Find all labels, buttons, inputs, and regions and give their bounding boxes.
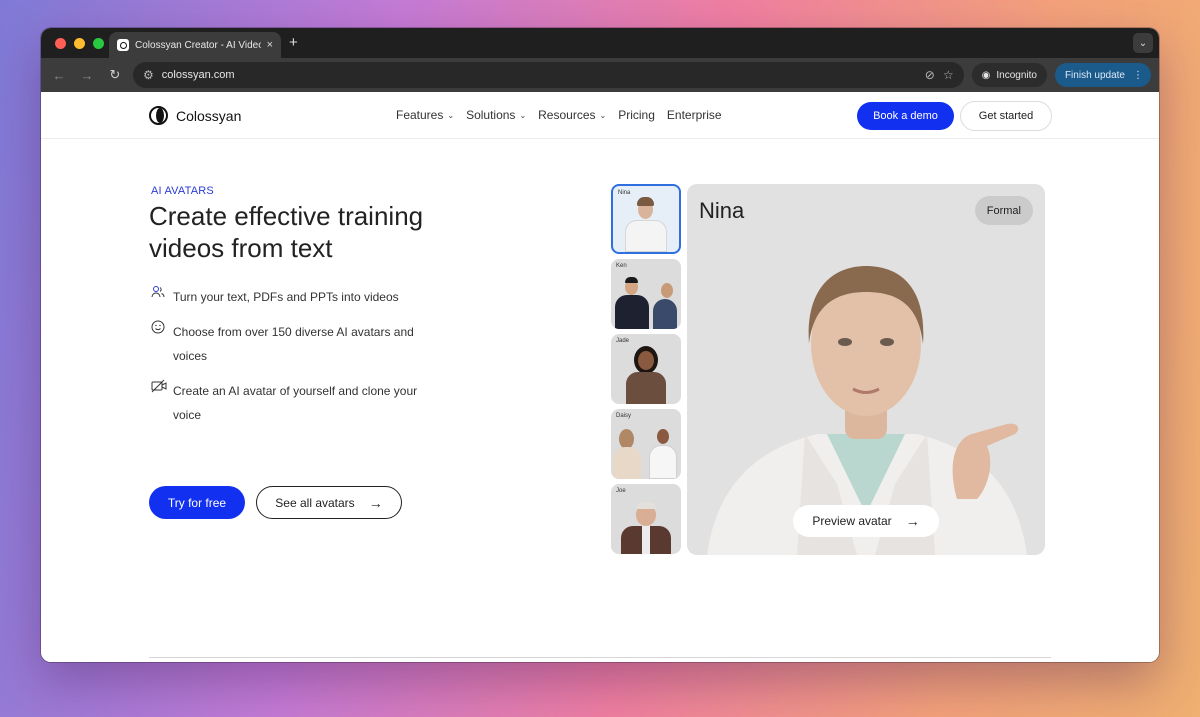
preview-avatar-button[interactable]: Preview avatar → xyxy=(793,505,939,537)
back-arrow-icon[interactable]: ← xyxy=(49,68,69,83)
site-header: Colossyan Features ⌄ Solutions ⌄ Resourc… xyxy=(41,92,1159,139)
avatar-thumb-jade[interactable]: Jade xyxy=(611,334,681,404)
browser-toolbar: ← → ↻ ⚙ colossyan.com ⊘ ☆ ◉ Incognito Fi… xyxy=(41,58,1159,92)
tab-close-icon[interactable]: × xyxy=(267,39,273,51)
web-page: Colossyan Features ⌄ Solutions ⌄ Resourc… xyxy=(41,92,1159,662)
avatar-figure xyxy=(617,498,675,554)
avatar-thumb-joe[interactable]: Joe xyxy=(611,484,681,554)
thumb-label: Jade xyxy=(616,338,630,344)
feature-item: Choose from over 150 diverse AI avatars … xyxy=(151,320,441,368)
avatar-figure xyxy=(621,346,671,404)
avatar-figure xyxy=(613,425,679,479)
feature-list: Turn your text, PDFs and PPTs into video… xyxy=(151,285,441,438)
logo-text: Colossyan xyxy=(176,107,242,124)
reload-icon[interactable]: ↻ xyxy=(105,67,125,83)
book-demo-button[interactable]: Book a demo xyxy=(857,102,954,130)
bookmark-star-icon[interactable]: ☆ xyxy=(943,68,954,82)
menu-label: Enterprise xyxy=(666,108,722,122)
eye-off-icon[interactable]: ⊘ xyxy=(925,68,935,82)
incognito-badge[interactable]: ◉ Incognito xyxy=(971,63,1047,87)
section-divider xyxy=(149,657,1051,658)
avatar-portrait-image xyxy=(707,266,1027,555)
avatar-preview-stage: Nina Formal Preview avatar → xyxy=(687,184,1045,555)
avatar-figure xyxy=(615,273,677,329)
menu-item-solutions[interactable]: Solutions ⌄ xyxy=(466,108,526,122)
feature-text: Choose from over 150 diverse AI avatars … xyxy=(173,325,414,363)
maximize-window-button[interactable] xyxy=(93,38,104,49)
feature-text: Turn your text, PDFs and PPTs into video… xyxy=(173,290,399,304)
new-tab-button[interactable]: + xyxy=(289,34,298,51)
see-all-label: See all avatars xyxy=(275,495,355,510)
tab-search-chevron-icon[interactable]: ⌄ xyxy=(1133,33,1153,53)
browser-window: Colossyan Creator - AI Video × + ⌄ ← → ↻… xyxy=(41,28,1159,662)
kebab-menu-icon: ⋮ xyxy=(1133,69,1143,81)
finish-update-button[interactable]: Finish update ⋮ xyxy=(1054,63,1151,87)
incognito-icon: ◉ xyxy=(981,69,991,81)
see-all-avatars-button[interactable]: See all avatars → xyxy=(256,486,402,519)
avatar-thumb-ken[interactable]: Ken xyxy=(611,259,681,329)
close-window-button[interactable] xyxy=(55,38,66,49)
hero-headline: Create effective training videos from te… xyxy=(149,201,424,263)
address-bar[interactable]: ⚙ colossyan.com ⊘ ☆ xyxy=(133,62,964,88)
thumb-label: Daisy xyxy=(616,413,632,419)
logo-mark-icon xyxy=(149,106,171,125)
try-for-free-button[interactable]: Try for free xyxy=(149,486,245,519)
menu-label: Solutions xyxy=(466,108,516,122)
section-eyebrow: AI AVATARS xyxy=(151,185,214,197)
chevron-down-icon: ⌄ xyxy=(519,110,527,120)
avatar-figure xyxy=(621,196,671,252)
get-started-button[interactable]: Get started xyxy=(960,101,1052,131)
site-settings-icon[interactable]: ⚙ xyxy=(143,68,154,82)
forward-arrow-icon[interactable]: → xyxy=(77,68,97,83)
thumb-label: Ken xyxy=(616,263,627,269)
finish-update-label: Finish update xyxy=(1064,69,1125,81)
chevron-down-icon: ⌄ xyxy=(447,110,455,120)
tab-strip: Colossyan Creator - AI Video × + ⌄ xyxy=(41,28,1159,58)
browser-tab[interactable]: Colossyan Creator - AI Video × xyxy=(109,32,281,58)
menu-label: Resources xyxy=(538,108,596,122)
arrow-right-icon: → xyxy=(368,494,383,511)
window-controls xyxy=(55,38,104,49)
chevron-down-icon: ⌄ xyxy=(599,110,607,120)
menu-item-resources[interactable]: Resources ⌄ xyxy=(538,108,606,122)
camera-off-icon xyxy=(151,379,167,427)
avatar-thumb-nina[interactable]: Nina xyxy=(611,184,681,254)
menu-label: Features xyxy=(396,108,444,122)
feature-text: Create an AI avatar of yourself and clon… xyxy=(173,384,418,422)
tab-title: Colossyan Creator - AI Video xyxy=(135,39,261,51)
smiley-icon xyxy=(151,320,165,368)
main-menu: Features ⌄ Solutions ⌄ Resources ⌄ Prici… xyxy=(396,108,722,122)
avatar-thumbnail-list: Nina Ken Jade Daisy Joe xyxy=(611,184,681,559)
menu-label: Pricing xyxy=(618,108,655,122)
preview-avatar-label: Preview avatar xyxy=(812,514,892,528)
users-icon xyxy=(151,285,165,309)
colossyan-logo[interactable]: Colossyan xyxy=(149,106,241,125)
thumb-label: Nina xyxy=(618,190,631,196)
incognito-label: Incognito xyxy=(996,69,1037,81)
minimize-window-button[interactable] xyxy=(74,38,85,49)
arrow-right-icon: → xyxy=(905,513,920,529)
feature-item: Create an AI avatar of yourself and clon… xyxy=(151,379,441,427)
feature-item: Turn your text, PDFs and PPTs into video… xyxy=(151,285,441,309)
url-text[interactable]: colossyan.com xyxy=(162,69,917,81)
menu-item-enterprise[interactable]: Enterprise xyxy=(667,108,722,122)
menu-item-pricing[interactable]: Pricing xyxy=(618,108,655,122)
avatar-thumb-daisy[interactable]: Daisy xyxy=(611,409,681,479)
colossyan-favicon-icon xyxy=(117,39,129,51)
thumb-label: Joe xyxy=(616,488,626,494)
menu-item-features[interactable]: Features ⌄ xyxy=(396,108,454,122)
